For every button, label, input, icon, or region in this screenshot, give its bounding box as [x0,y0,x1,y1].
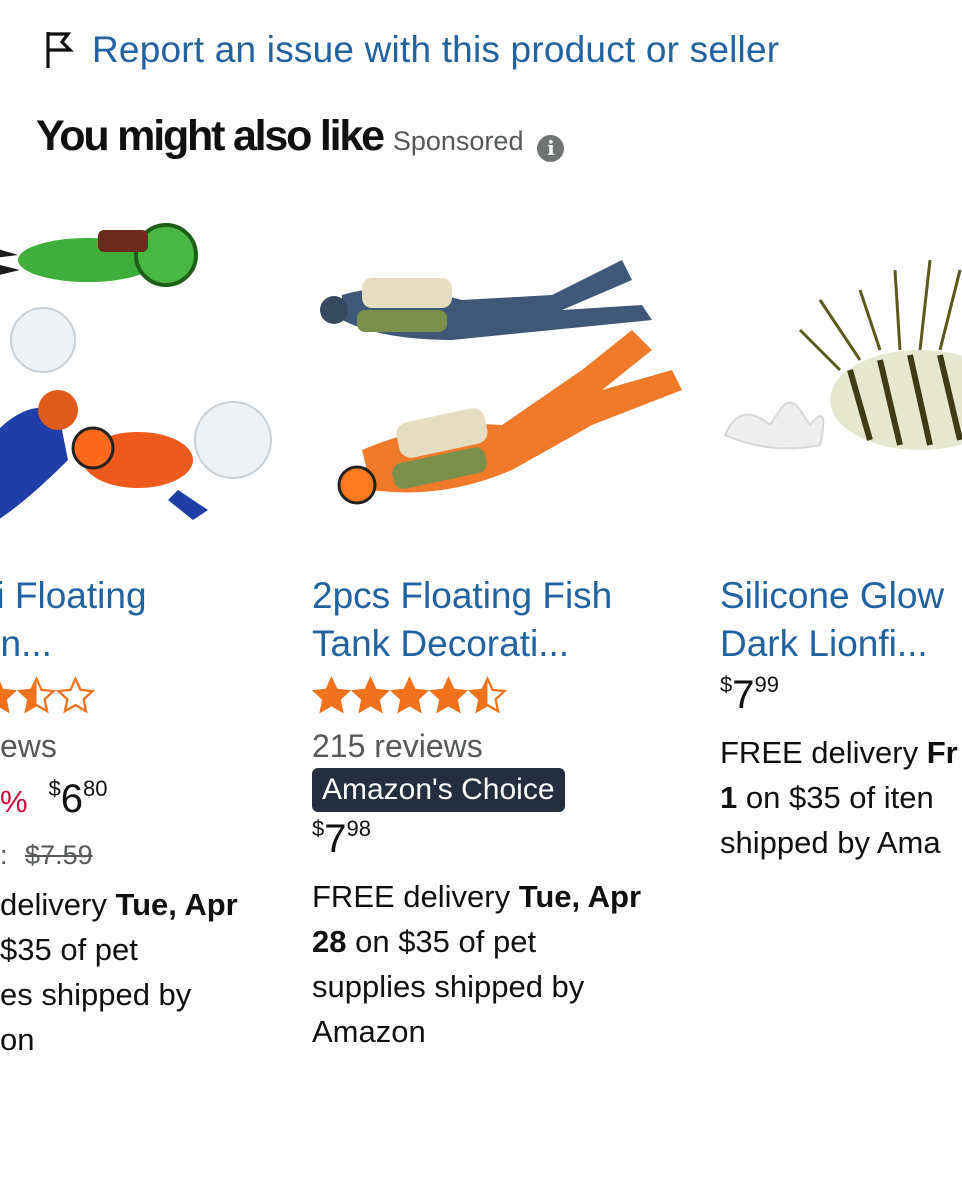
star-half-icon [468,676,507,714]
star-full-icon [351,676,390,714]
star-full-icon [390,676,429,714]
product-title[interactable]: Silicone Glow Dark Lionfi... [720,572,962,668]
star-full-icon [312,676,351,714]
discount-percent: % [0,784,28,819]
price: % $680 [0,776,108,821]
star-full-icon [429,676,468,714]
star-full-icon [0,681,17,714]
star-rating [312,676,507,714]
price: $798 [312,816,371,861]
star-rating [0,676,95,714]
diver-figurines-image [0,223,272,520]
section-header: You might also like Sponsored i [36,112,565,162]
list-price: : $7.59 [0,840,93,870]
info-icon[interactable]: i [537,135,565,162]
delivery-info: FREE delivery Fr 1 on $35 of iten shippe… [720,735,958,860]
review-count[interactable]: ews [0,728,57,765]
product-title[interactable]: yyami Floating Figurin... [0,572,268,668]
sponsored-label: Sponsored [392,126,524,156]
report-issue-link[interactable]: Report an issue with this product or sel… [44,28,779,72]
product-carousel[interactable]: yyami Floating Figurin... ews % $680 : $… [0,200,962,1080]
lionfish-image [723,259,962,450]
section-title: You might also like [36,112,385,160]
star-empty-icon [56,676,95,714]
flag-icon [46,32,74,68]
product-image[interactable] [720,200,962,540]
product-image[interactable] [312,200,692,540]
price: $799 [720,672,779,717]
diver-pair-image [320,260,682,505]
product-title[interactable]: 2pcs Floating Fish Tank Decorati... [312,572,672,668]
review-count[interactable]: 215 reviews [312,728,483,765]
star-half-icon [17,676,56,714]
report-issue-label: Report an issue with this product or sel… [92,29,780,70]
delivery-info: FREE delivery Tue, Apr 28 on $35 of pet … [312,879,642,1049]
product-image[interactable] [0,200,288,540]
amazons-choice-badge: Amazon's Choice [312,768,565,812]
delivery-info: delivery Tue, Apr $35 of pet es shipped … [0,887,238,1057]
